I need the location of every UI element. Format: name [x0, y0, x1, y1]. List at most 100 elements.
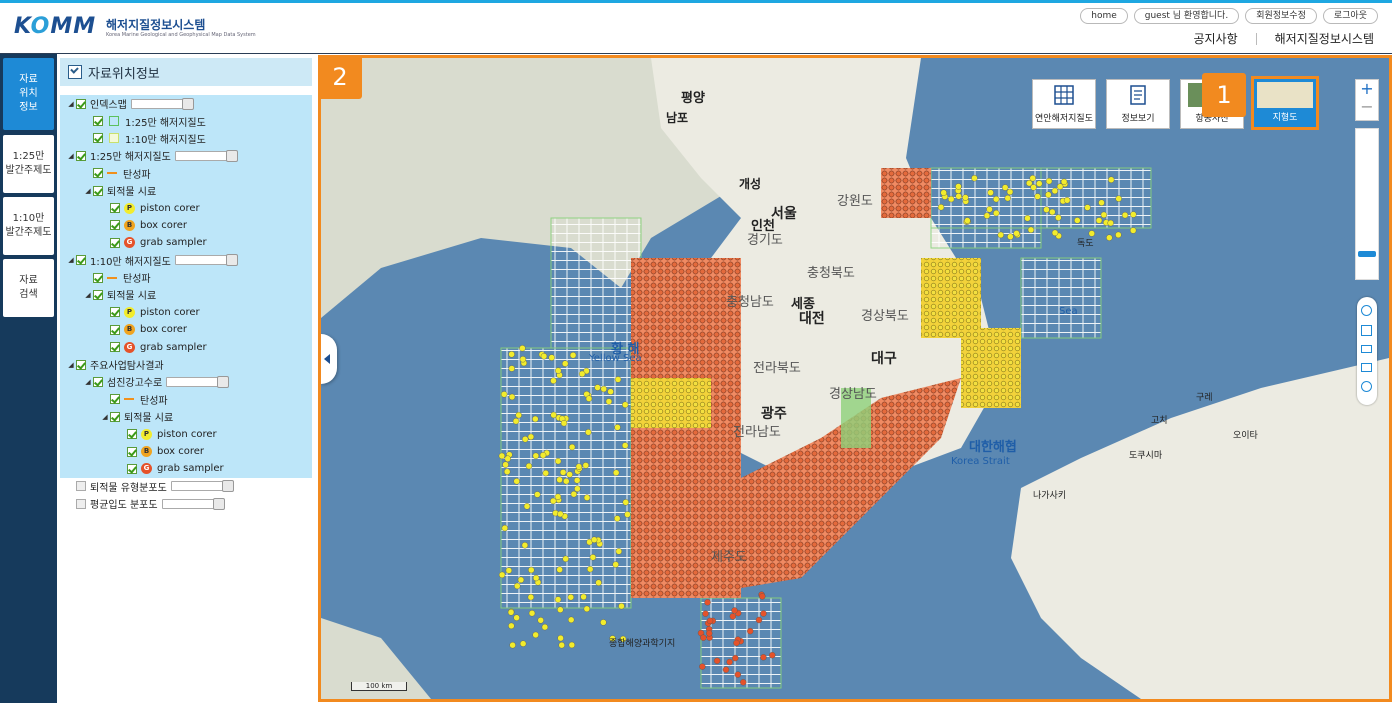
opacity-slider[interactable]: [170, 480, 234, 493]
layer-tree-row[interactable]: 탄성파: [60, 268, 312, 287]
layer-checkbox[interactable]: [76, 481, 86, 492]
expand-arrow-icon[interactable]: ◢: [66, 152, 76, 160]
layer-tree-row[interactable]: Bbox corer: [60, 216, 312, 235]
layer-tree-row[interactable]: Ggrab sampler: [60, 234, 312, 252]
layer-tree-row[interactable]: Ggrab sampler: [60, 460, 312, 478]
layer-checkbox[interactable]: [110, 342, 120, 353]
screen-icon[interactable]: [1361, 363, 1372, 372]
layer-checkbox[interactable]: [93, 376, 103, 387]
layer-tree-row[interactable]: ◢ 섬진강고수로: [60, 373, 312, 391]
piston-corer-marker: [537, 617, 544, 624]
zoom-out-button[interactable]: −: [1356, 98, 1378, 116]
layer-tree-row[interactable]: 탄성파: [60, 164, 312, 182]
zoom-in-button[interactable]: +: [1356, 80, 1378, 98]
layer-checkbox[interactable]: [110, 394, 120, 405]
legend-symbol-icon: [109, 116, 119, 127]
layer-tree-row[interactable]: Bbox corer: [60, 321, 312, 339]
edit-profile-button[interactable]: 회원정보수정: [1245, 8, 1317, 24]
home-button[interactable]: home: [1080, 8, 1128, 24]
layer-checkbox[interactable]: [127, 446, 137, 457]
help-icon[interactable]: [1361, 381, 1372, 392]
layer-tree-row[interactable]: Ppiston corer: [60, 303, 312, 322]
opacity-slider[interactable]: [174, 149, 238, 162]
expand-arrow-icon[interactable]: ◢: [83, 187, 93, 195]
zoom-control: + −: [1355, 79, 1379, 121]
zoom-slider-handle[interactable]: [1358, 251, 1376, 257]
layer-checkbox[interactable]: [127, 429, 137, 440]
layer-checkbox[interactable]: [127, 463, 137, 474]
tab-250k-maps[interactable]: 1:25만 발간주제도: [3, 135, 54, 193]
expand-arrow-icon[interactable]: ◢: [66, 361, 76, 369]
piston-corer-marker: [612, 561, 619, 568]
layer-tree-row[interactable]: ◢ 퇴적물 시료: [60, 408, 312, 426]
layer-checkbox[interactable]: [93, 272, 103, 283]
layer-checkbox[interactable]: [110, 203, 120, 214]
layer-checkbox[interactable]: [93, 116, 103, 127]
expand-arrow-icon[interactable]: ◢: [83, 291, 93, 299]
fullscreen-icon[interactable]: [1361, 325, 1372, 336]
layer-tree-row[interactable]: ◢ 1:25만 해저지질도: [60, 147, 312, 165]
tab-location-info[interactable]: 자료 위치 정보: [3, 58, 54, 130]
layer-checkbox[interactable]: [110, 324, 120, 335]
piston-corer-marker: [556, 476, 563, 483]
opacity-slider[interactable]: [161, 497, 225, 510]
map-view[interactable]: 평양 남포 개성 서울 인천 대전 세종 대구 광주 전라남도 경상남도 경상북…: [318, 55, 1392, 702]
layer-tree-row[interactable]: Ggrab sampler: [60, 338, 312, 356]
layer-checkbox[interactable]: [76, 150, 86, 161]
layer-tree-row[interactable]: 탄성파: [60, 390, 312, 409]
nav-notice[interactable]: 공지사항: [1193, 30, 1237, 47]
layer-checkbox[interactable]: [110, 411, 120, 422]
piston-corer-marker: [1130, 211, 1137, 218]
zoom-slider[interactable]: [1355, 128, 1379, 280]
grab-sampler-marker: [760, 654, 767, 661]
coastal-map-button[interactable]: 연안해저지질도: [1032, 79, 1096, 129]
piston-corer-marker: [558, 641, 565, 649]
tab-100k-maps[interactable]: 1:10만 발간주제도: [3, 197, 54, 255]
tab-data-search[interactable]: 자료 검색: [3, 259, 54, 317]
layer-checkbox[interactable]: [76, 359, 86, 370]
piston-corer-marker: [600, 385, 607, 393]
layer-checkbox[interactable]: [93, 168, 103, 179]
layer-checkbox[interactable]: [93, 185, 103, 196]
layer-tree-row[interactable]: ◢ 주요사업탐사결과: [60, 355, 312, 374]
layer-checkbox[interactable]: [93, 133, 103, 144]
logo[interactable]: KOMM 해저지질정보시스템 Korea Marine Geological a…: [14, 14, 256, 44]
layer-tree-row[interactable]: ◢ 1:10만 해저지질도: [60, 251, 312, 269]
opacity-slider[interactable]: [166, 375, 230, 388]
piston-corer-marker: [1051, 187, 1059, 195]
layer-tree-row[interactable]: 퇴적물 유형분포도: [60, 478, 312, 495]
layer-tree-row[interactable]: Ppiston corer: [60, 199, 312, 217]
layer-checkbox[interactable]: [110, 237, 120, 248]
layer-checkbox[interactable]: [93, 289, 103, 300]
layer-checkbox[interactable]: [76, 255, 86, 266]
refresh-icon[interactable]: [1361, 305, 1372, 316]
layer-tree-row[interactable]: ◢ 퇴적물 시료: [60, 286, 312, 304]
info-view-button[interactable]: 정보보기: [1106, 79, 1170, 129]
layer-tree-row[interactable]: 1:25만 해저지질도: [60, 112, 312, 130]
layer-tree-row[interactable]: Ppiston corer: [60, 425, 312, 443]
layer-tree-row[interactable]: 1:10만 해저지질도: [60, 129, 312, 148]
piston-corer-marker: [519, 640, 527, 647]
layer-tree-row[interactable]: Bbox corer: [60, 442, 312, 461]
opacity-slider[interactable]: [130, 97, 194, 110]
piston-corer-marker: [600, 619, 607, 626]
expand-arrow-icon[interactable]: ◢: [66, 256, 76, 264]
topographic-map-button[interactable]: 지형도: [1251, 76, 1319, 130]
nav-system[interactable]: 해저지질정보시스템: [1275, 30, 1374, 47]
map-label-daegu: 대구: [871, 351, 897, 367]
layer-tree-row[interactable]: ◢ 퇴적물 시료: [60, 181, 312, 200]
measure-icon[interactable]: [1361, 345, 1372, 353]
opacity-slider[interactable]: [174, 254, 238, 267]
map-canvas[interactable]: 평양 남포 개성 서울 인천 대전 세종 대구 광주 전라남도 경상남도 경상북…: [321, 58, 1389, 699]
expand-arrow-icon[interactable]: ◢: [100, 413, 110, 421]
layer-label: 평균입도 분포도: [90, 500, 158, 512]
layer-checkbox[interactable]: [76, 498, 86, 509]
layer-checkbox[interactable]: [110, 220, 120, 231]
layer-tree-row[interactable]: ◢ 인덱스맵: [60, 95, 312, 113]
expand-arrow-icon[interactable]: ◢: [66, 100, 76, 108]
layer-checkbox[interactable]: [110, 307, 120, 318]
expand-arrow-icon[interactable]: ◢: [83, 378, 93, 386]
layer-checkbox[interactable]: [76, 98, 86, 109]
logout-button[interactable]: 로그아웃: [1322, 8, 1378, 24]
layer-tree-row[interactable]: 평균입도 분포도: [60, 495, 312, 512]
